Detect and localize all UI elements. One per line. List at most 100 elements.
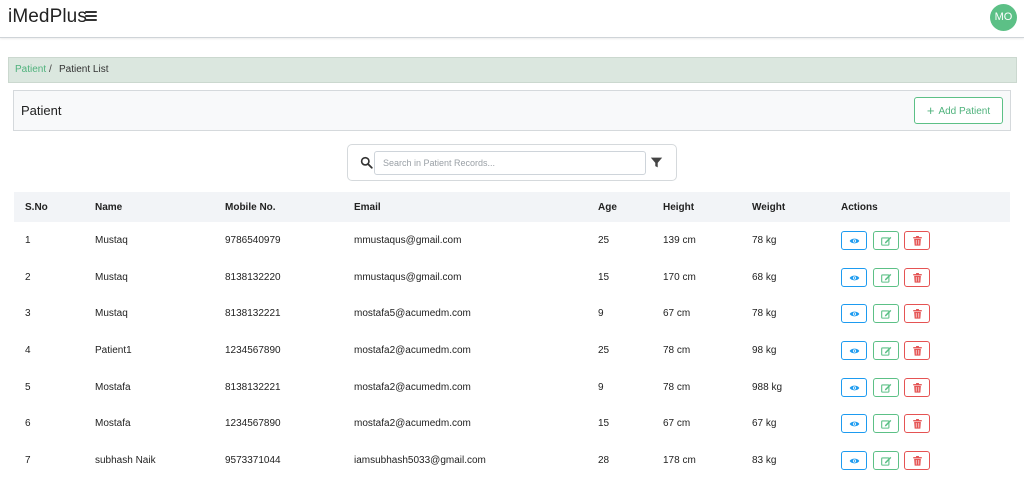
cell-height: 67 cm xyxy=(663,418,691,430)
edit-button[interactable] xyxy=(873,451,899,471)
cell-height: 139 cm xyxy=(663,235,696,246)
user-avatar[interactable]: MO xyxy=(990,4,1017,31)
cell-mobile: 8138132221 xyxy=(225,381,281,393)
view-button[interactable] xyxy=(841,304,867,324)
page-title: Patient xyxy=(21,103,62,118)
header-height: Height xyxy=(663,202,695,213)
cell-name: subhash Naik xyxy=(95,455,156,467)
edit-button[interactable] xyxy=(873,377,899,397)
cell-email: mostafa2@acumedm.com xyxy=(354,381,471,393)
search-input[interactable] xyxy=(374,151,646,175)
cell-weight: 988 kg xyxy=(752,381,783,393)
cell-mobile: 9573371044 xyxy=(225,455,281,467)
cell-name: Mostafa xyxy=(95,418,131,430)
search-icon xyxy=(360,156,373,169)
view-button[interactable] xyxy=(841,231,867,250)
add-patient-label: Add Patient xyxy=(938,106,991,117)
table-header-row: S.No Name Mobile No. Email Age Height We… xyxy=(14,192,1010,222)
table-row: 6 Mostafa 1234567890 mostafa2@acumedm.com 15… xyxy=(14,405,1010,442)
view-button[interactable] xyxy=(841,414,867,434)
cell-email: mostafa5@acumedm.com xyxy=(354,308,471,320)
search-panel xyxy=(347,144,677,181)
cell-name: Mustaq xyxy=(95,271,128,283)
cell-height: 67 cm xyxy=(663,308,691,320)
hamburger-icon[interactable] xyxy=(85,11,97,23)
cell-email: iamsubhash5033@gmail.com xyxy=(354,455,486,467)
edit-button[interactable] xyxy=(873,304,899,324)
card-header: Patient + Add Patient xyxy=(13,90,1011,131)
table-row: 4 Patient1 1234567890 mostafa2@acumedm.com 2… xyxy=(14,332,1010,369)
edit-button[interactable] xyxy=(873,231,899,250)
header-sno: S.No xyxy=(25,202,48,213)
cell-mobile: 8138132220 xyxy=(225,271,281,283)
cell-email: mmustaqus@gmail.com xyxy=(354,271,462,283)
cell-height: 78 cm xyxy=(663,345,691,357)
edit-button[interactable] xyxy=(873,341,899,361)
view-button[interactable] xyxy=(841,341,867,361)
delete-button[interactable] xyxy=(904,451,930,471)
table-row: 5 Mostafa 8138132221 mostafa2@acumedm.com 9 7… xyxy=(14,369,1010,406)
cell-age: 25 xyxy=(598,235,610,246)
delete-button[interactable] xyxy=(904,414,930,434)
header-mobile: Mobile No. xyxy=(225,202,276,213)
cell-mobile: 8138132221 xyxy=(225,308,281,320)
cell-sno: 5 xyxy=(25,381,31,393)
cell-sno: 6 xyxy=(25,418,31,430)
cell-weight: 78 kg xyxy=(752,308,777,320)
cell-height: 170 cm xyxy=(663,271,696,283)
view-button[interactable] xyxy=(841,377,867,397)
cell-age: 28 xyxy=(598,455,610,467)
cell-height: 78 cm xyxy=(663,381,691,393)
cell-weight: 67 kg xyxy=(752,418,777,430)
header-actions: Actions xyxy=(841,202,878,213)
view-button[interactable] xyxy=(841,267,867,287)
patient-table: S.No Name Mobile No. Email Age Height We… xyxy=(14,192,1010,479)
cell-height: 178 cm xyxy=(663,455,696,467)
view-button[interactable] xyxy=(841,451,867,471)
plus-icon: + xyxy=(926,103,935,118)
cell-name: Mostafa xyxy=(95,381,131,393)
cell-mobile: 1234567890 xyxy=(225,418,281,430)
add-patient-button[interactable]: + Add Patient xyxy=(914,97,1003,124)
cell-weight: 78 kg xyxy=(752,235,777,246)
delete-button[interactable] xyxy=(904,267,930,287)
top-navbar: iMedPlus MO xyxy=(0,0,1024,38)
breadcrumb-current: Patient List xyxy=(59,64,109,75)
header-age: Age xyxy=(598,202,617,213)
cell-weight: 68 kg xyxy=(752,271,777,283)
cell-name: Patient1 xyxy=(95,345,132,357)
cell-name: Mustaq xyxy=(95,235,128,246)
cell-age: 9 xyxy=(598,381,604,393)
cell-name: Mustaq xyxy=(95,308,128,320)
header-email: Email xyxy=(354,202,381,213)
table-row: 2 Mustaq 8138132220 mmustaqus@gmail.com 15 17… xyxy=(14,259,1010,296)
cell-mobile: 1234567890 xyxy=(225,345,281,357)
cell-email: mostafa2@acumedm.com xyxy=(354,345,471,357)
cell-mobile: 9786540979 xyxy=(225,235,281,246)
delete-button[interactable] xyxy=(904,304,930,324)
breadcrumb-separator: / xyxy=(49,64,52,75)
table-row: 3 Mustaq 8138132221 mostafa5@acumedm.com 9 67… xyxy=(14,295,1010,332)
delete-button[interactable] xyxy=(904,377,930,397)
table-row: 7 subhash Naik 9573371044 iamsubhash5033@gm… xyxy=(14,442,1010,479)
app-brand[interactable]: iMedPlus xyxy=(8,6,87,28)
table-row: 1 Mustaq 9786540979 mmustaqus@gmail.com 25 13… xyxy=(14,222,1010,259)
edit-button[interactable] xyxy=(873,267,899,287)
cell-age: 15 xyxy=(598,271,610,283)
cell-age: 9 xyxy=(598,308,604,320)
cell-email: mostafa2@acumedm.com xyxy=(354,418,471,430)
header-weight: Weight xyxy=(752,202,786,213)
delete-button[interactable] xyxy=(904,231,930,250)
cell-weight: 98 kg xyxy=(752,345,777,357)
cell-sno: 7 xyxy=(25,455,31,467)
cell-sno: 1 xyxy=(25,235,31,246)
cell-sno: 2 xyxy=(25,271,31,283)
edit-button[interactable] xyxy=(873,414,899,434)
delete-button[interactable] xyxy=(904,341,930,361)
cell-email: mmustaqus@gmail.com xyxy=(354,235,462,246)
header-name: Name xyxy=(95,202,123,213)
breadcrumb-link-patient[interactable]: Patient xyxy=(15,64,46,75)
filter-icon[interactable] xyxy=(650,156,663,169)
breadcrumb: Patient / Patient List xyxy=(8,57,1017,83)
cell-sno: 3 xyxy=(25,308,31,320)
